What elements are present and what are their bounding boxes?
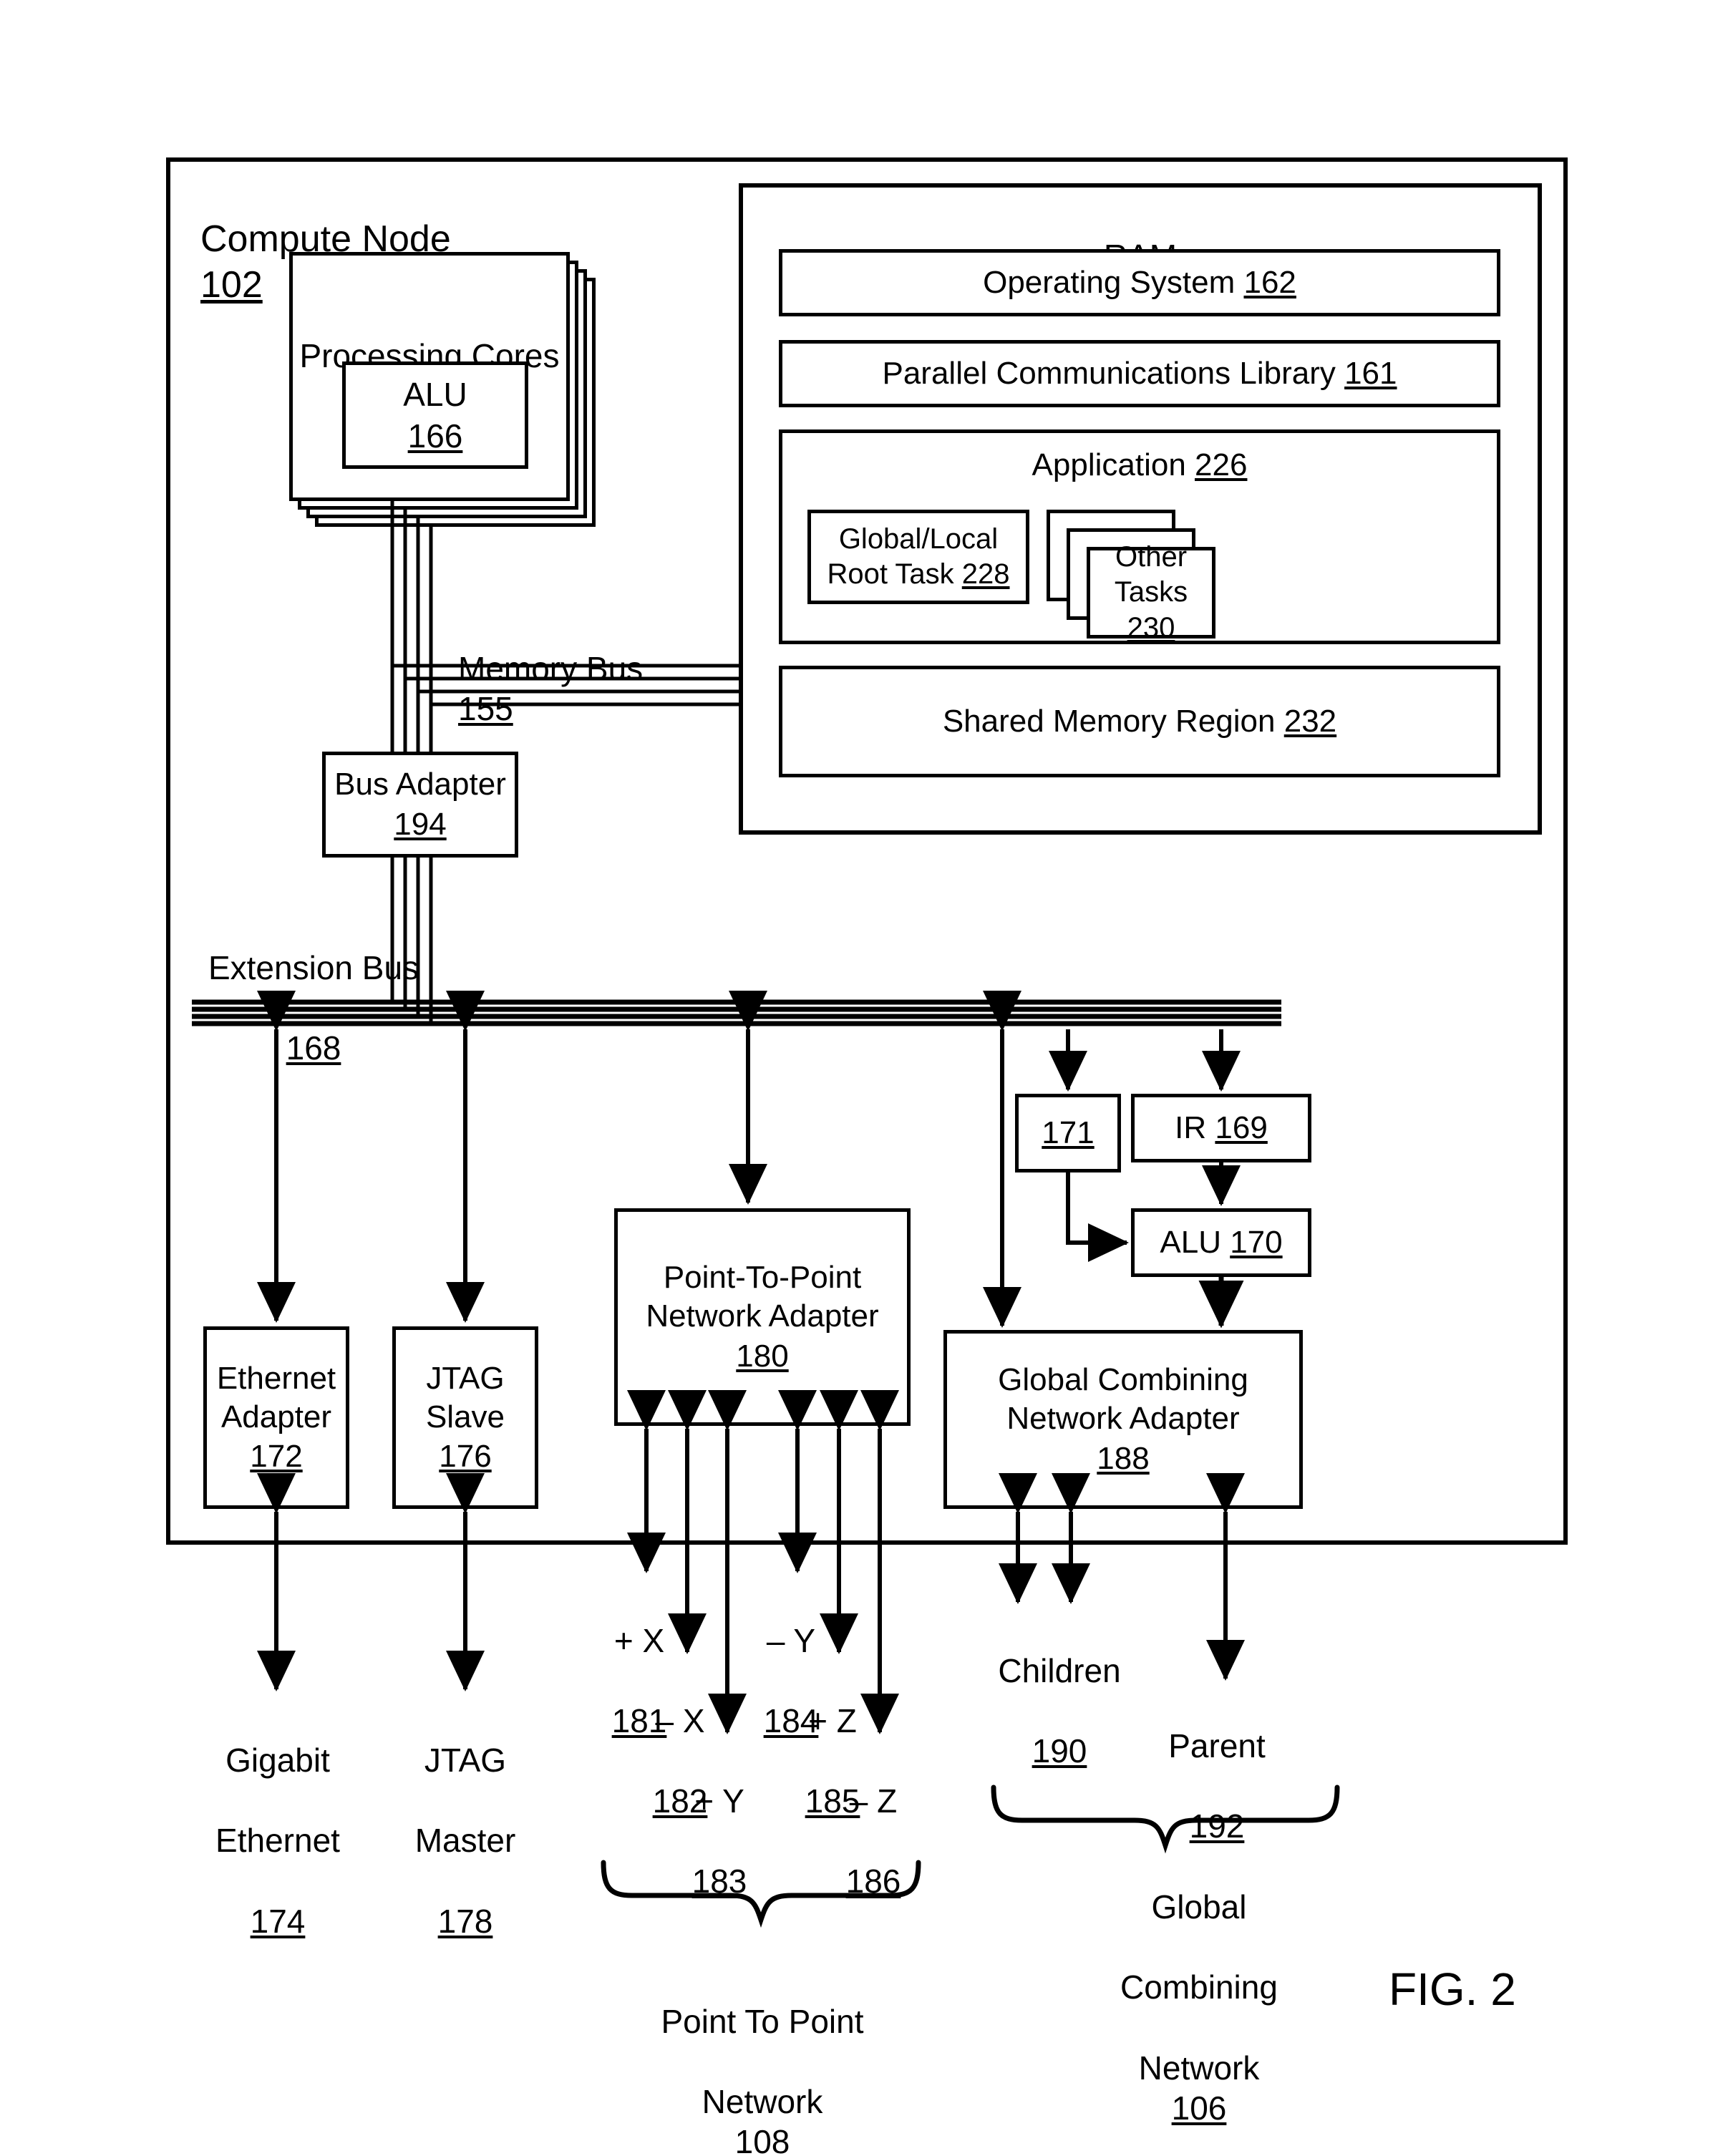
global-combining-network-label: Global Combining Network 106: [1056, 1847, 1342, 2128]
children-ref: 190: [1032, 1732, 1087, 1770]
memory-bus-label: Memory Bus 155: [458, 608, 759, 729]
gigabit-ethernet-label: Gigabit Ethernet 174: [192, 1700, 364, 1941]
root-task-line1: Global/Local: [838, 523, 999, 555]
p2p-network-line1: Point To Point: [661, 2003, 864, 2041]
p2p-adapter-line2: Network Adapter: [646, 1298, 879, 1334]
gcn-network-line3: Network: [1138, 2049, 1260, 2087]
children-text: Children: [998, 1652, 1121, 1690]
ir-169-label: IR 169: [1175, 1109, 1268, 1147]
figure-canvas: Compute Node 102 Processing Cores 165 AL…: [0, 0, 1723, 2156]
parent-text: Parent: [1168, 1727, 1266, 1765]
torus-link-plus-z-label: + Z: [808, 1702, 857, 1740]
torus-link-plus-y-ref: 183: [691, 1863, 747, 1900]
jtag-master-ref: 178: [437, 1902, 493, 1940]
point-to-point-network-adapter-box: Point-To-Point Network Adapter 180: [614, 1208, 911, 1426]
parallel-comm-library-text: Parallel Communications Library: [882, 356, 1336, 392]
p2p-network-ref: 108: [734, 2123, 790, 2156]
gcn-adapter-line2: Network Adapter: [1006, 1401, 1240, 1437]
jtag-slave-ref: 176: [439, 1439, 492, 1475]
gcn-network-line1: Global: [1151, 1888, 1247, 1926]
operating-system-text: Operating System: [983, 265, 1236, 301]
other-tasks-box: Other Tasks 230: [1087, 541, 1215, 644]
root-task-line2-row: Root Task 228: [827, 557, 1009, 592]
memory-bus-text: Memory Bus: [458, 650, 644, 688]
parent-label: Parent 192: [1131, 1686, 1303, 1846]
torus-link-minus-z-ref: 186: [845, 1863, 901, 1900]
global-local-root-task-box: Global/Local Root Task 228: [807, 510, 1029, 604]
extension-bus-label: Extension Bus 168: [199, 908, 428, 1068]
alu-166-box: ALU 166: [342, 361, 528, 469]
jtag-master-label: JTAG Master 178: [379, 1700, 551, 1941]
jtag-slave-line1: JTAG: [426, 1360, 505, 1396]
alu-170-box: ALU 170: [1131, 1208, 1311, 1277]
operating-system-ref: 162: [1243, 265, 1296, 301]
alu-166-ref: 166: [407, 417, 463, 455]
parent-ref: 192: [1189, 1807, 1245, 1845]
torus-link-minus-z: – Z 186: [827, 1741, 920, 1901]
torus-link-plus-x-label: + X: [613, 1622, 665, 1660]
gigabit-ethernet-line2: Ethernet: [215, 1822, 340, 1860]
torus-link-plus-y: + Y 183: [673, 1741, 766, 1901]
p2p-adapter-ref: 180: [736, 1338, 789, 1374]
p2p-network-line2: Network: [702, 2083, 823, 2121]
application-ref: 226: [1195, 447, 1248, 482]
application-text: Application: [1032, 447, 1186, 482]
ir-169-ref: 169: [1215, 1110, 1268, 1146]
gcn-network-line2: Combining: [1120, 1968, 1278, 2006]
torus-link-minus-x-label: – X: [655, 1702, 705, 1740]
figure-caption: FIG. 2: [1389, 1963, 1516, 2015]
extension-bus-ref: 168: [286, 1029, 341, 1067]
jtag-slave-line2: Slave: [425, 1399, 505, 1434]
ethernet-adapter-line1: Ethernet: [216, 1360, 336, 1396]
torus-link-plus-y-label: + Y: [694, 1782, 744, 1820]
parallel-comm-library-box: Parallel Communications Library 161: [779, 340, 1500, 407]
gigabit-ethernet-ref: 174: [250, 1902, 306, 1940]
shared-memory-region-box: Shared Memory Region 232: [779, 666, 1500, 777]
root-task-ref: 228: [961, 558, 1010, 590]
alu-166-label: ALU: [403, 375, 467, 413]
point-to-point-network-label: Point To Point Network 108: [648, 1961, 877, 2156]
bus-adapter-box: Bus Adapter 194: [322, 752, 518, 858]
jtag-master-line2: Master: [414, 1822, 516, 1860]
shared-memory-ref: 232: [1283, 704, 1337, 739]
register-171-box: 171: [1015, 1094, 1121, 1172]
jtag-slave-box: JTAG Slave 176: [392, 1326, 538, 1509]
memory-bus-ref: 155: [458, 690, 513, 728]
bus-adapter-label: Bus Adapter: [334, 767, 506, 802]
ethernet-adapter-box: Ethernet Adapter 172: [203, 1326, 349, 1509]
other-tasks-label: Other Tasks: [1114, 540, 1188, 608]
operating-system-label: Operating System 162: [983, 263, 1296, 302]
children-label: Children 190: [974, 1611, 1145, 1771]
torus-link-minus-z-label: – Z: [849, 1782, 898, 1820]
ir-169-text: IR: [1175, 1110, 1207, 1146]
global-combining-network-adapter-box: Global Combining Network Adapter 188: [943, 1330, 1303, 1509]
torus-link-minus-y-label: – Y: [766, 1622, 816, 1660]
p2p-adapter-line1: Point-To-Point: [663, 1260, 862, 1296]
shared-memory-label: Shared Memory Region 232: [943, 702, 1336, 741]
gigabit-ethernet-line1: Gigabit: [225, 1742, 330, 1779]
gcn-network-ref: 106: [1171, 2089, 1227, 2127]
gcn-adapter-ref: 188: [1097, 1440, 1150, 1476]
application-label: Application 226: [1032, 446, 1248, 485]
gcn-adapter-line1: Global Combining: [998, 1362, 1248, 1398]
operating-system-box: Operating System 162: [779, 249, 1500, 316]
register-171-ref: 171: [1042, 1115, 1095, 1151]
ethernet-adapter-ref: 172: [250, 1439, 303, 1475]
extension-bus-text: Extension Bus: [208, 949, 419, 987]
ethernet-adapter-line2: Adapter: [220, 1399, 332, 1434]
root-task-line2: Root Task: [827, 558, 954, 590]
parallel-comm-library-ref: 161: [1344, 356, 1397, 392]
jtag-master-line1: JTAG: [424, 1742, 507, 1779]
bus-adapter-ref: 194: [394, 807, 447, 842]
compute-node-title-ref: 102: [200, 263, 263, 306]
other-tasks-ref: 230: [1127, 612, 1175, 644]
ir-169-box: IR 169: [1131, 1094, 1311, 1162]
shared-memory-text: Shared Memory Region: [942, 704, 1276, 739]
alu-170-label: ALU 170: [1160, 1223, 1282, 1262]
alu-170-ref: 170: [1230, 1225, 1283, 1261]
alu-170-text: ALU: [1160, 1225, 1221, 1261]
parallel-comm-library-label: Parallel Communications Library 161: [882, 354, 1397, 393]
